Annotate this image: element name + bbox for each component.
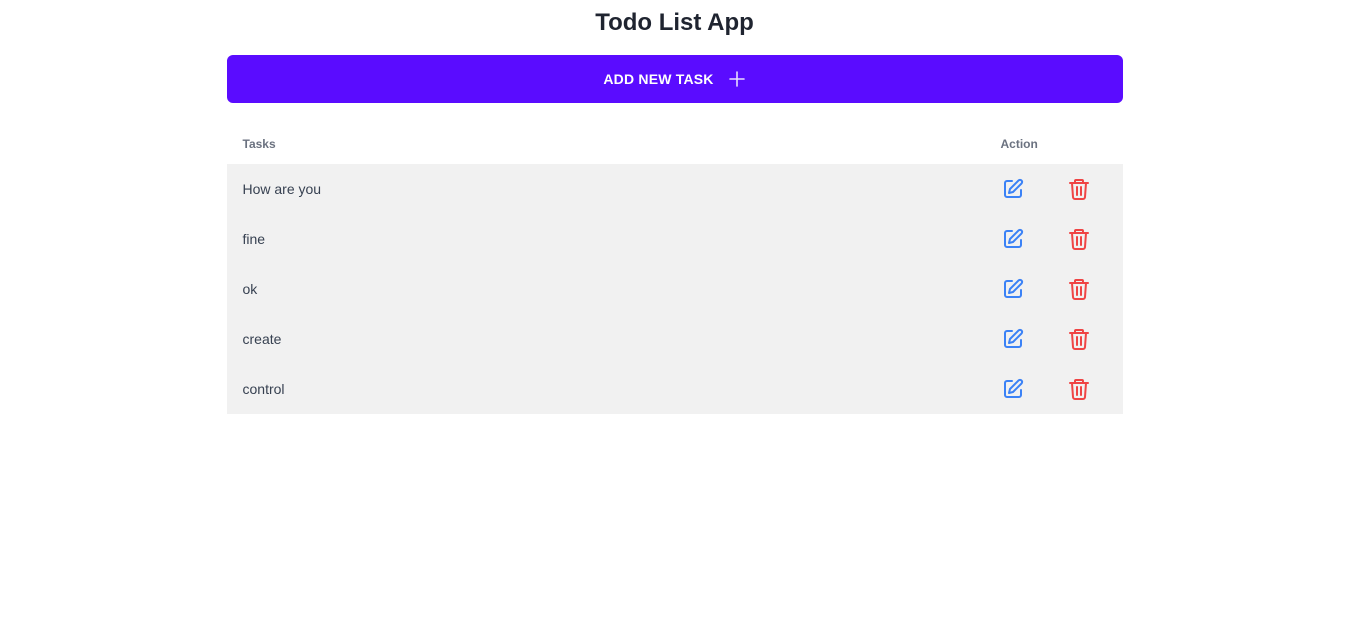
edit-icon (1001, 377, 1025, 401)
add-new-task-button[interactable]: ADD NEW TASK (226, 55, 1123, 103)
trash-icon (1067, 377, 1091, 401)
table-row: fine (226, 214, 1123, 264)
edit-task-button[interactable] (1001, 327, 1025, 351)
trash-icon (1067, 177, 1091, 201)
trash-icon (1067, 277, 1091, 301)
delete-task-button[interactable] (1067, 377, 1091, 401)
add-new-task-label: ADD NEW TASK (603, 71, 714, 87)
task-text: How are you (242, 181, 322, 197)
plus-icon (728, 70, 746, 88)
task-actions (1001, 164, 1123, 214)
task-actions (1001, 264, 1123, 314)
trash-icon (1067, 227, 1091, 251)
action-column-header: Action (1000, 137, 1038, 151)
task-rows: How are you fine ok create control (226, 164, 1123, 414)
edit-task-button[interactable] (1001, 277, 1025, 301)
edit-icon (1001, 177, 1025, 201)
page-title: Todo List App (595, 9, 754, 36)
table-row: How are you (226, 164, 1123, 214)
task-text: ok (242, 281, 258, 297)
task-actions (1001, 364, 1123, 414)
task-text: control (242, 381, 285, 397)
delete-task-button[interactable] (1067, 327, 1091, 351)
delete-task-button[interactable] (1067, 277, 1091, 301)
trash-icon (1067, 327, 1091, 351)
edit-task-button[interactable] (1001, 177, 1025, 201)
table-row: create (226, 314, 1123, 364)
tasks-column-header: Tasks (242, 137, 276, 151)
task-actions (1001, 314, 1123, 364)
edit-task-button[interactable] (1001, 227, 1025, 251)
table-row: control (226, 364, 1123, 414)
task-text: create (242, 331, 282, 347)
table-row: ok (226, 264, 1123, 314)
tasks-table: Tasks Action How are you fine ok create … (226, 124, 1123, 414)
edit-icon (1001, 277, 1025, 301)
delete-task-button[interactable] (1067, 227, 1091, 251)
task-actions (1001, 214, 1123, 264)
edit-icon (1001, 227, 1025, 251)
delete-task-button[interactable] (1067, 177, 1091, 201)
edit-icon (1001, 327, 1025, 351)
task-text: fine (242, 231, 266, 247)
edit-task-button[interactable] (1001, 377, 1025, 401)
table-header-row: Tasks Action (227, 124, 1123, 164)
todo-app: Todo List App ADD NEW TASK Tasks Action … (226, 0, 1123, 414)
